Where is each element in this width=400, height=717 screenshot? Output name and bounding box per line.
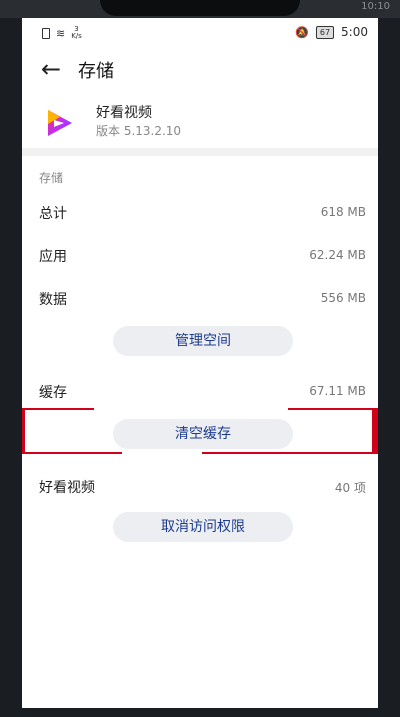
cache-row: 缓存 67.11 MB	[22, 377, 378, 407]
top-bezel: 10:10	[0, 0, 400, 18]
manage-space-button[interactable]: 管理空间	[113, 326, 293, 356]
app-size-row: 应用 62.24 MB	[22, 241, 378, 271]
storage-section-label: 存储	[39, 171, 64, 185]
app-size-value: 62.24 MB	[309, 248, 366, 262]
wifi-icon: ≋	[56, 26, 66, 40]
mute-icon: 🔕	[295, 25, 309, 39]
data-value: 556 MB	[320, 291, 366, 305]
total-row: 总计 618 MB	[22, 198, 378, 228]
back-arrow-icon[interactable]: ←	[36, 54, 66, 84]
app-version: 版本 5.13.2.10	[96, 124, 182, 138]
app-logo-icon	[48, 110, 72, 136]
phone-frame: 10:10 ≋ 3 K/s 🔕 67 5:00 ← 存储 好看视频 版本 5.1…	[0, 0, 400, 717]
header: ← 存储	[22, 48, 378, 92]
sim-icon	[42, 27, 50, 39]
status-clock: 5:00	[341, 25, 368, 39]
total-value: 618 MB	[320, 205, 366, 219]
status-bar: ≋ 3 K/s 🔕 67 5:00	[22, 18, 378, 48]
data-row: 数据 556 MB	[22, 284, 378, 314]
data-label: 数据	[39, 292, 67, 308]
cache-value: 67.11 MB	[309, 384, 366, 398]
cache-label: 缓存	[39, 385, 67, 401]
app-size-label: 应用	[39, 249, 67, 265]
revoke-access-button[interactable]: 取消访问权限	[113, 512, 293, 542]
battery-icon: 67	[315, 25, 335, 39]
total-label: 总计	[39, 206, 67, 222]
page-title: 存储	[78, 61, 114, 82]
app-name: 好看视频	[96, 105, 152, 121]
clear-cache-button[interactable]: 清空缓存	[113, 419, 293, 449]
network-speed: 3 K/s	[71, 25, 82, 40]
items-row: 好看视频 40 项	[22, 472, 378, 502]
bezel-clock: 10:10	[361, 1, 390, 12]
screen: ≋ 3 K/s 🔕 67 5:00 ← 存储 好看视频 版本 5.13.2.10…	[22, 18, 378, 708]
notch	[100, 0, 300, 16]
section-divider	[22, 148, 378, 156]
items-value: 40 项	[334, 481, 366, 495]
items-label: 好看视频	[39, 480, 95, 496]
